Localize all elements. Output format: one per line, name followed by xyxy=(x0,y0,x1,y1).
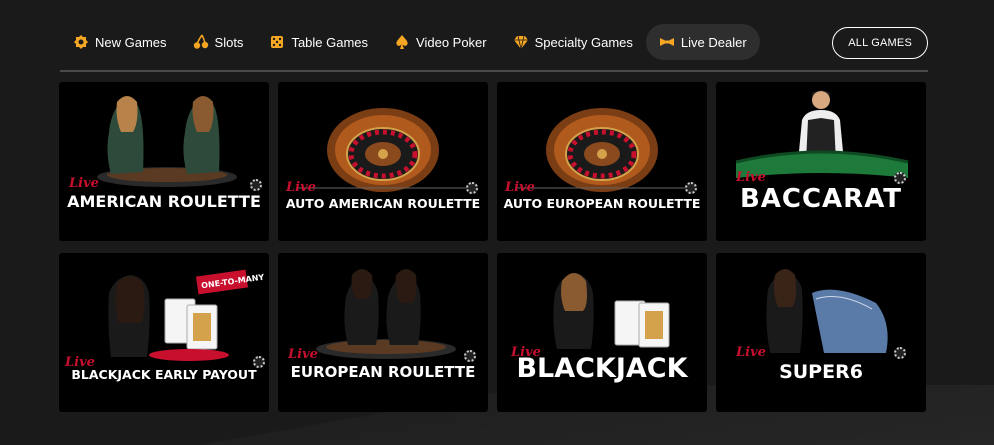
game-card-super6[interactable]: Live SUPER6 xyxy=(716,253,926,412)
tab-label: Table Games xyxy=(291,34,369,50)
game-title: AUTO EUROPEAN ROULETTE xyxy=(503,196,701,211)
roulette-wheel-image xyxy=(517,108,687,192)
nav-divider xyxy=(60,70,928,72)
all-games-button[interactable]: ALL GAMES xyxy=(832,27,928,59)
tab-live-dealer[interactable]: Live Dealer xyxy=(645,24,760,60)
game-title: EUROPEAN ROULETTE xyxy=(290,363,476,381)
chip-icon xyxy=(685,182,697,194)
tab-label: New Games xyxy=(95,34,167,50)
dealer-super6-table-image xyxy=(766,269,888,353)
tab-slots[interactable]: Slots xyxy=(180,24,257,60)
game-card-auto-european-roulette[interactable]: Live AUTO EUROPEAN ROULETTE xyxy=(497,82,707,241)
game-title: BLACKJACK xyxy=(516,353,688,384)
bowtie-icon xyxy=(659,34,675,50)
live-label: Live xyxy=(505,180,535,195)
game-card-blackjack-early-payout[interactable]: Live ONE-TO-MANY BLACKJACK EARLY PAYOUT xyxy=(59,253,269,412)
dice-icon xyxy=(269,34,285,50)
game-category-nav: New Games Slots Table Games Video Poker … xyxy=(60,24,928,60)
live-label: Live xyxy=(736,345,766,360)
game-title: AUTO AMERICAN ROULETTE xyxy=(285,196,481,211)
dealer-baccarat-table-image xyxy=(735,90,909,178)
game-title: BACCARAT xyxy=(739,184,903,214)
roulette-wheel-image xyxy=(298,108,468,192)
game-title: BLACKJACK EARLY PAYOUT xyxy=(71,367,257,382)
game-card-baccarat[interactable]: Live BACCARAT xyxy=(716,82,926,241)
game-title: AMERICAN ROULETTE xyxy=(67,192,261,211)
tab-label: Video Poker xyxy=(416,34,487,50)
spade-icon xyxy=(394,34,410,50)
chip-icon xyxy=(894,172,906,184)
live-label: Live xyxy=(69,176,99,191)
live-label: Live xyxy=(288,347,318,362)
tab-table-games[interactable]: Table Games xyxy=(256,24,381,60)
chip-icon xyxy=(464,350,476,362)
dealers-roulette-image xyxy=(97,96,237,187)
dealer-cards-image xyxy=(553,273,670,349)
chip-icon xyxy=(894,347,906,359)
game-card-european-roulette[interactable]: Live EUROPEAN ROULETTE xyxy=(278,253,488,412)
game-title: SUPER6 xyxy=(779,361,863,383)
dealers-roulette-image xyxy=(316,269,456,359)
tab-specialty-games[interactable]: Specialty Games xyxy=(500,24,646,60)
game-card-blackjack[interactable]: Live BLACKJACK xyxy=(497,253,707,412)
game-card-american-roulette[interactable]: Live AMERICAN ROULETTE xyxy=(59,82,269,241)
diamond-icon xyxy=(513,34,529,50)
chip-icon xyxy=(466,182,478,194)
game-grid: Live AMERICAN ROULETTE Live AUTO AMERICA… xyxy=(59,82,926,412)
new-games-icon xyxy=(73,34,89,50)
live-label: Live xyxy=(736,170,766,185)
game-card-auto-american-roulette[interactable]: Live AUTO AMERICAN ROULETTE xyxy=(278,82,488,241)
cherries-icon xyxy=(193,34,209,50)
category-tabs: New Games Slots Table Games Video Poker … xyxy=(60,24,760,60)
chip-icon xyxy=(250,179,262,191)
tab-new-games[interactable]: New Games xyxy=(60,24,180,60)
live-label: Live xyxy=(286,180,316,195)
tab-video-poker[interactable]: Video Poker xyxy=(381,24,500,60)
tab-label: Slots xyxy=(214,34,244,50)
tab-label: Specialty Games xyxy=(534,34,633,50)
tab-label: Live Dealer xyxy=(680,34,747,50)
